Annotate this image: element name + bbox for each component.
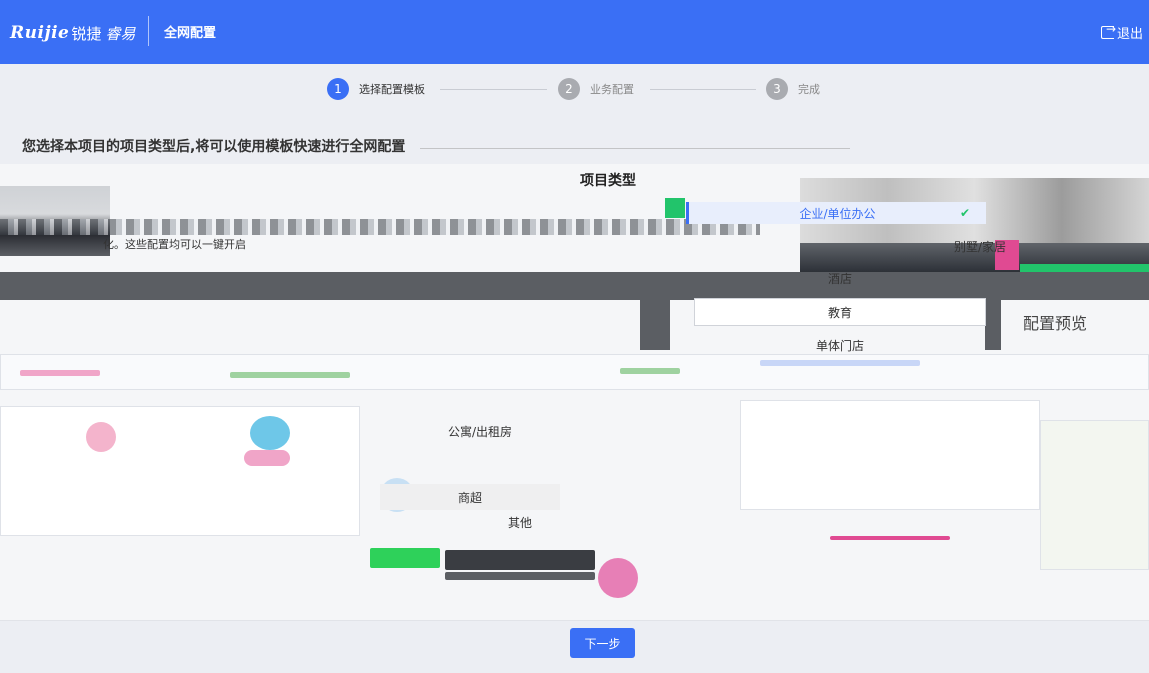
preview-bar: [760, 360, 920, 366]
header-divider: [148, 16, 149, 46]
step-label: 业务配置: [590, 83, 634, 96]
config-preview-area: 公寓/出租房 商超 其他: [0, 350, 1149, 620]
check-icon: ✔: [959, 206, 970, 220]
mascot-icon: [250, 416, 290, 450]
brand-name: Ruijie: [10, 23, 70, 43]
option-label: 商超: [457, 490, 482, 505]
preview-bar: [230, 372, 350, 378]
logout-icon: [1100, 22, 1116, 39]
decor-green-bar: [1020, 264, 1149, 272]
step-number: 2: [558, 78, 580, 100]
step-business-config: 2 业务配置: [558, 78, 634, 100]
logout-label: 退出: [1116, 27, 1143, 42]
project-type-option-villa[interactable]: 别墅/家居: [900, 236, 1060, 256]
next-step-button[interactable]: 下一步: [570, 628, 635, 658]
mascot-badge: [244, 450, 290, 466]
description-text: 化。这些配置均可以一键开启: [103, 238, 246, 251]
template-panel: 化。这些配置均可以一键开启 项目类型 企业/单位办公 ✔ 别墅/家居 酒店 教育…: [0, 164, 1149, 620]
ruijie-logo: Ruijie 锐捷 睿易: [10, 20, 135, 46]
overlay-block: [985, 272, 1001, 350]
intro-text: 您选择本项目的项目类型后,将可以使用模板快速进行全网配置: [22, 139, 406, 155]
option-label: 教育: [827, 305, 852, 320]
divider: [420, 148, 850, 149]
wizard-steps: 1 选择配置模板 2 业务配置 3 完成: [0, 64, 1149, 114]
logout-button[interactable]: 退出: [1100, 22, 1143, 42]
option-label: 其他: [507, 515, 532, 530]
preview-block: [445, 572, 595, 580]
project-type-option-other[interactable]: 其他: [380, 512, 660, 532]
project-type-option-supermarket[interactable]: 商超: [380, 484, 560, 510]
top-bar: Ruijie 锐捷 睿易 全网配置 退出: [0, 0, 1149, 64]
option-label: 别墅/家居: [953, 239, 1007, 254]
preview-label: 配置预览: [1023, 314, 1088, 333]
brand-name-cn: 锐捷: [71, 24, 102, 43]
step-finish: 3 完成: [766, 78, 820, 100]
option-label: 酒店: [827, 271, 852, 286]
product-name: 睿易: [105, 24, 136, 43]
preview-block: [445, 550, 595, 570]
project-type-option-apartment[interactable]: 公寓/出租房: [300, 418, 660, 444]
preview-bar: [620, 368, 680, 374]
project-type-option-hotel[interactable]: 酒店: [760, 268, 920, 288]
step-number: 3: [766, 78, 788, 100]
description-line: [0, 219, 760, 235]
office-photo-banner: [800, 178, 1149, 273]
overlay-band: [0, 272, 1149, 300]
preview-bar: [830, 536, 950, 540]
step-select-template: 1 选择配置模板: [327, 78, 425, 100]
preview-screen: [1040, 420, 1149, 570]
step-connector: [650, 89, 756, 90]
mascot-icon: [598, 558, 638, 598]
preview-screen: [740, 400, 1040, 510]
step-connector: [440, 89, 547, 90]
project-type-option-office[interactable]: 企业/单位办公 ✔: [686, 202, 986, 224]
option-label: 公寓/出租房: [447, 424, 513, 439]
step-label: 选择配置模板: [359, 83, 425, 96]
project-type-option-education[interactable]: 教育: [694, 298, 986, 326]
option-label: 企业/单位办公: [799, 206, 876, 221]
decor-green: [665, 198, 685, 218]
page-title: 全网配置: [164, 26, 217, 41]
preview-bar: [20, 370, 100, 376]
overlay-block: [640, 272, 670, 350]
preview-screen: [0, 354, 1149, 390]
step-label: 完成: [798, 83, 820, 96]
step-number: 1: [327, 78, 349, 100]
mascot-icon: [86, 422, 116, 452]
preview-block: [370, 548, 440, 568]
project-type-title: 项目类型: [580, 173, 636, 189]
